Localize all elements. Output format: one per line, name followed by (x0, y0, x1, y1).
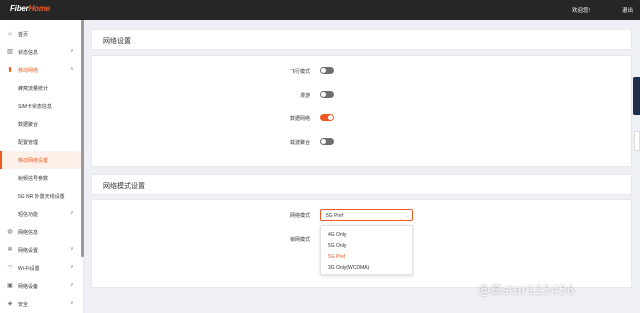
network-settings-header: 网络设置 (91, 29, 632, 50)
logout-link[interactable]: 退出 (622, 6, 633, 14)
chevron-down-icon: ∨ (70, 282, 74, 288)
wifi-icon: ◠ (7, 265, 13, 271)
sidebar-item-data-aggregation[interactable]: 数据聚合 (0, 115, 81, 133)
shield-icon: ◈ (7, 301, 13, 307)
settings-icon: ✲ (7, 247, 13, 253)
chevron-down-icon: ∨ (70, 210, 74, 216)
globe-icon: ◍ (7, 229, 13, 235)
sidebar-item-5g-antenna[interactable]: 5G NR 外置天线设置 (0, 187, 81, 205)
airplane-mode-label: 飞行模式 (289, 69, 310, 75)
chart-icon: ▥ (7, 49, 13, 55)
carrier-aggregation-label: 载波聚合 (289, 140, 310, 146)
device-icon: ▣ (7, 283, 13, 289)
network-mode-dropdown: 4G Only 5G Only 5G Pref 3G Only(WCDMA) (320, 225, 413, 275)
option-5g-pref[interactable]: 5G Pref (328, 254, 345, 260)
roaming-label: 漫游 (299, 93, 310, 99)
sidebar-item-network-devices[interactable]: ▣ 网络设备 ∨ (0, 277, 81, 295)
sidebar-item-sms[interactable]: 短信功能 ∨ (0, 205, 81, 223)
option-4g-only[interactable]: 4G Only (328, 232, 346, 238)
network-mode-header: 网络模式设置 (91, 174, 632, 195)
chevron-down-icon: ∨ (70, 48, 74, 54)
option-5g-only[interactable]: 5G Only (328, 243, 346, 249)
sidebar-item-wifi[interactable]: ◠ Wi-Fi设置 ∨ (0, 259, 81, 277)
network-mode-select[interactable]: 5G Pref ⌄ (320, 209, 413, 221)
sidebar-item-config-management[interactable]: 配置管理 (0, 133, 81, 151)
data-network-toggle[interactable] (320, 114, 334, 121)
sidebar-item-rf-parameters[interactable]: 射频信号参数 (0, 169, 81, 187)
chevron-down-icon: ∨ (70, 300, 74, 306)
chevron-up-icon: ∧ (70, 66, 74, 72)
fiberhome-logo: FiberHome (10, 4, 50, 13)
sidebar-item-home[interactable]: ⌂ 首页 (0, 25, 81, 43)
sidebar-item-security[interactable]: ◈ 安全 ∨ (0, 295, 81, 313)
lock-network-mode-label: 锁网模式 (289, 237, 310, 243)
carrier-aggregation-toggle[interactable] (320, 138, 334, 145)
sidebar-item-mobile-network[interactable]: ▮ 移动网络 ∧ (0, 61, 81, 79)
network-mode-label: 网络模式 (289, 213, 310, 219)
top-bar: FiberHome 欢迎您! 退出 (0, 0, 640, 20)
home-icon: ⌂ (8, 31, 12, 37)
sidebar-item-cellular-traffic[interactable]: 蜂窝流量统计 (0, 79, 81, 97)
side-handle[interactable] (634, 131, 640, 151)
side-tab[interactable] (633, 77, 640, 115)
chevron-down-icon: ∨ (70, 246, 74, 252)
sidebar-item-sim-status[interactable]: SIM卡状态信息 (0, 97, 81, 115)
sidebar-item-network-info[interactable]: ◍ 网络信息 (0, 223, 81, 241)
option-3g-only-wcdma[interactable]: 3G Only(WCDMA) (328, 265, 369, 271)
section-title: 网络设置 (103, 38, 131, 45)
chevron-down-icon: ∨ (70, 264, 74, 270)
welcome-text: 欢迎您! (572, 8, 591, 14)
sidebar-scrollbar[interactable] (81, 20, 84, 257)
chevron-down-icon: ⌄ (406, 213, 410, 218)
sidebar-item-mobile-network-settings[interactable]: 移动网络设置 (0, 151, 81, 169)
sidebar-item-network-settings[interactable]: ✲ 网络设置 ∨ (0, 241, 81, 259)
sidebar-item-status[interactable]: ▥ 状态信息 ∨ (0, 43, 81, 61)
network-settings-panel (91, 55, 632, 167)
data-network-label: 数据网络 (289, 116, 310, 122)
roaming-toggle[interactable] (320, 91, 334, 98)
signal-icon: ▮ (8, 67, 12, 73)
airplane-mode-toggle[interactable] (320, 67, 334, 74)
section-title: 网络模式设置 (103, 183, 145, 190)
watermark: @真star123456 (478, 283, 575, 297)
